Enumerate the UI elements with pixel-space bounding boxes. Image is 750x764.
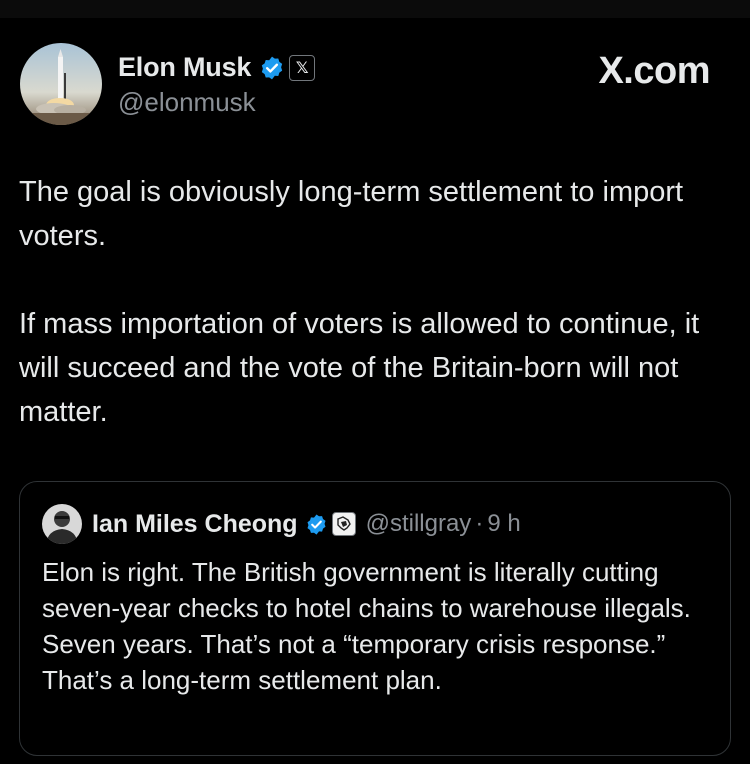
quoted-tweet[interactable]: Ian Miles Cheong @stillgray · 9 h Elon i… (19, 481, 731, 756)
tweet-paragraph: If mass importation of voters is allowed… (19, 308, 700, 428)
tweet-header: Elon Musk 𝕏 @elonmusk (20, 42, 316, 126)
quoted-timestamp[interactable]: 9 h (487, 510, 520, 538)
x-logo-icon[interactable]: 𝕏 (289, 54, 316, 81)
quoted-tweet-header: Ian Miles Cheong @stillgray · 9 h (42, 504, 521, 544)
author-names: Elon Musk 𝕏 @elonmusk (118, 51, 316, 118)
affiliate-logo-icon[interactable] (331, 512, 356, 536)
author-avatar[interactable] (20, 43, 102, 125)
top-status-strip (0, 0, 750, 18)
profile-photo-avatar-icon (42, 504, 82, 544)
site-watermark: X.com (598, 50, 710, 92)
tweet-text: The goal is obviously long-term settleme… (19, 170, 719, 434)
author-display-name[interactable]: Elon Musk (118, 52, 251, 83)
quoted-author-avatar[interactable] (42, 504, 82, 544)
quoted-author-display-name[interactable]: Ian Miles Cheong (92, 510, 298, 539)
tweet-paragraph: The goal is obviously long-term settleme… (19, 176, 684, 252)
quoted-author-handle[interactable]: @stillgray (366, 510, 472, 538)
author-handle[interactable]: @elonmusk (118, 87, 315, 118)
rocket-launch-avatar-icon (20, 43, 102, 125)
tweet-card: Elon Musk 𝕏 @elonmusk X.com The goal is … (0, 18, 750, 764)
separator-dot: · (475, 510, 484, 537)
verified-badge-icon[interactable] (305, 513, 328, 536)
author-name-row: Elon Musk 𝕏 (118, 51, 316, 85)
verified-badge-icon[interactable] (259, 55, 285, 81)
quoted-tweet-text: Elon is right. The British government is… (42, 557, 691, 695)
